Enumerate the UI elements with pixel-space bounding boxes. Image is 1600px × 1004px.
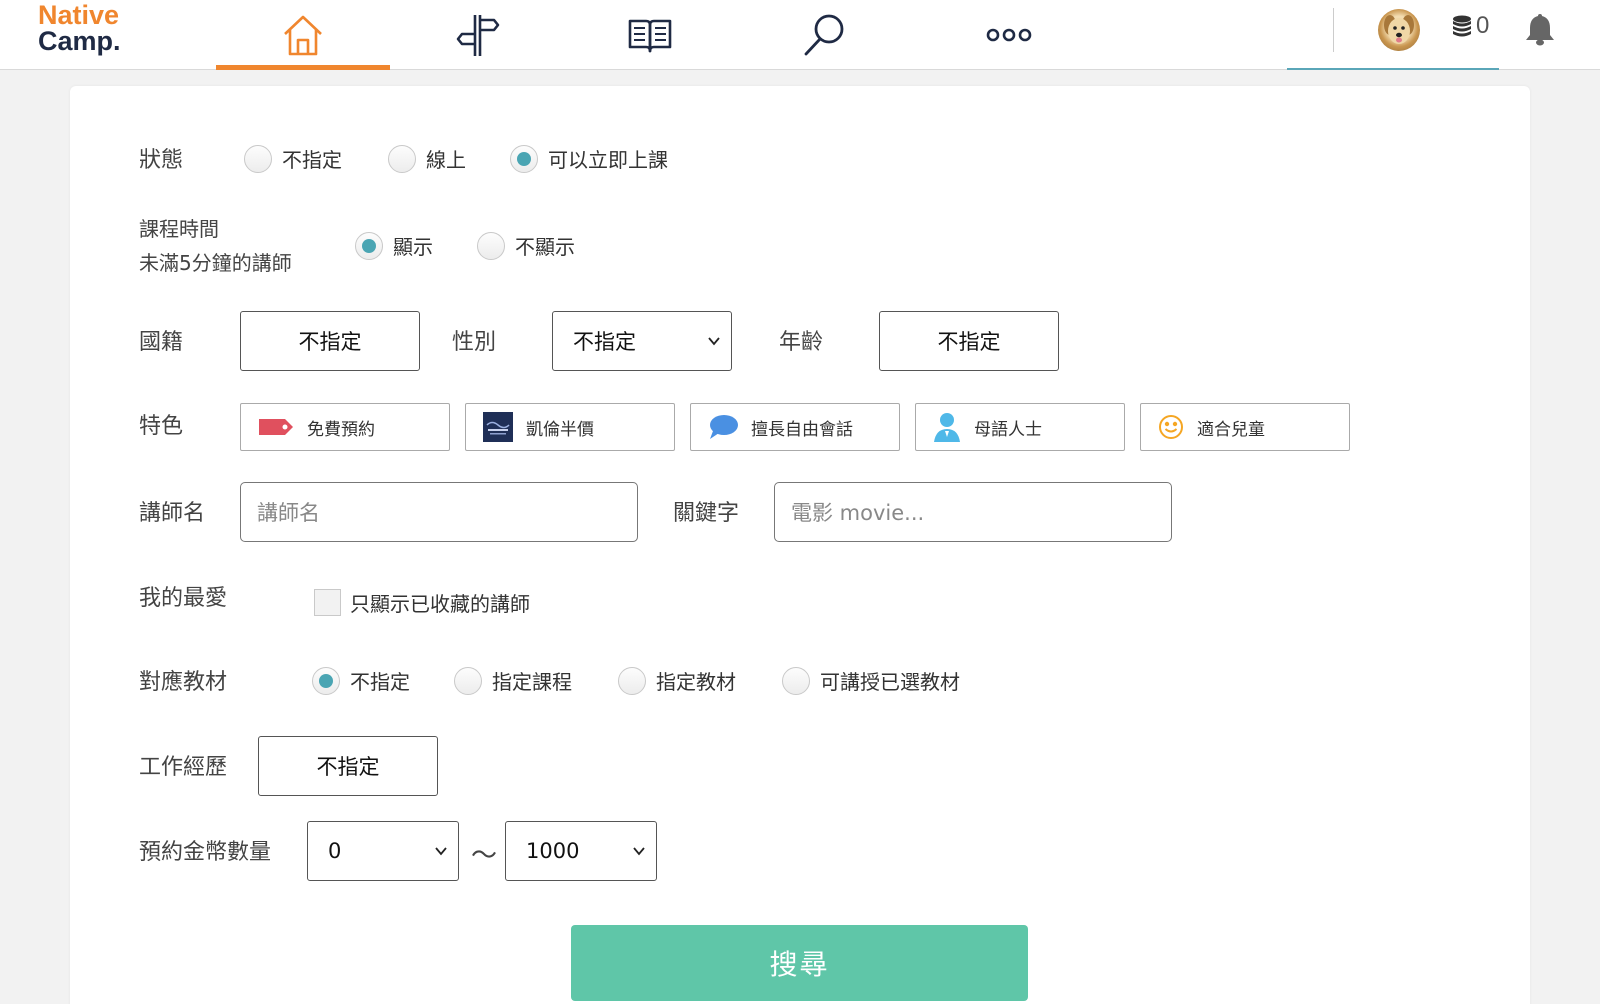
logo-line2: Camp.: [38, 26, 121, 56]
search-icon: [804, 14, 844, 56]
feature-label: 凱倫半價: [526, 419, 594, 440]
feature-label: 免費預約: [307, 419, 375, 440]
coin-range-label: 預約金幣數量: [139, 840, 272, 865]
short-lesson-option-label: 顯示: [393, 235, 433, 259]
experience-picker-button[interactable]: 不指定: [258, 736, 438, 796]
native-camp-logo[interactable]: Native Camp.: [38, 0, 121, 56]
nationality-label: 國籍: [139, 330, 184, 355]
favorites-label: 我的最愛: [139, 586, 228, 611]
material-option-course[interactable]: 指定課程: [454, 666, 572, 695]
signpost-icon: [456, 15, 500, 56]
nav-tab-guide[interactable]: [390, 0, 564, 70]
more-icon: [986, 28, 1032, 42]
coin-min-value: 0: [328, 839, 342, 863]
material-option-label: 可講授已選教材: [820, 670, 960, 694]
material-option-label: 指定教材: [656, 670, 736, 694]
teacher-name-input[interactable]: 講師名: [240, 482, 638, 542]
material-option-any[interactable]: 不指定: [312, 666, 410, 695]
status-label: 狀態: [139, 148, 184, 173]
search-filter-panel: [70, 86, 1530, 1004]
material-option-label: 指定課程: [492, 670, 572, 694]
gender-select-value: 不指定: [573, 330, 636, 354]
favorites-only-label[interactable]: 只顯示已收藏的講師: [350, 588, 530, 617]
nav-tab-textbooks[interactable]: [563, 0, 737, 70]
age-picker-button[interactable]: 不指定: [879, 311, 1059, 371]
chevron-down-icon: [435, 847, 447, 856]
radio-unchecked: [454, 666, 482, 695]
coin-max-value: 1000: [526, 839, 580, 863]
feature-label: 擅長自由會話: [751, 419, 853, 440]
radio-unchecked: [388, 144, 416, 173]
top-navigation-bar: Native Camp. 0: [0, 0, 1600, 70]
book-icon: [628, 19, 672, 53]
nav-tab-more[interactable]: [922, 0, 1096, 70]
short-lesson-option-hide[interactable]: 不顯示: [477, 231, 575, 260]
tag-icon: [259, 419, 293, 435]
short-lesson-option-show[interactable]: 顯示: [355, 231, 433, 260]
speech-bubble-icon: [710, 415, 738, 439]
features-label: 特色: [139, 414, 184, 439]
feature-free-conversation[interactable]: 擅長自由會話: [690, 403, 900, 451]
nationality-picker-button[interactable]: 不指定: [240, 311, 420, 371]
status-option-available-now[interactable]: 可以立即上課: [510, 144, 668, 173]
material-option-textbook[interactable]: 指定教材: [618, 666, 736, 695]
feature-kids-friendly[interactable]: 適合兒童: [1140, 403, 1350, 451]
header-underline: [1287, 68, 1499, 70]
status-option-label: 不指定: [282, 148, 342, 172]
smiley-icon: [1159, 415, 1183, 439]
feature-karen-half-price[interactable]: 凱倫半價: [465, 403, 675, 451]
feature-label: 適合兒童: [1197, 419, 1265, 440]
chevron-down-icon: [708, 337, 720, 346]
nav-tab-search[interactable]: [737, 0, 911, 70]
material-option-selected-textbook[interactable]: 可講授已選教材: [782, 666, 960, 695]
status-option-any[interactable]: 不指定: [244, 144, 342, 173]
teacher-name-label: 講師名: [139, 501, 206, 526]
coin-min-select[interactable]: 0: [307, 821, 459, 881]
nav-tab-home[interactable]: [216, 0, 390, 70]
range-separator: 〜: [471, 841, 498, 871]
radio-checked: [312, 666, 340, 695]
gender-label: 性別: [452, 330, 497, 355]
notifications-button[interactable]: [1525, 12, 1555, 50]
status-option-label: 線上: [426, 148, 466, 172]
feature-label: 母語人士: [974, 419, 1042, 440]
person-icon: [934, 413, 960, 442]
materials-label: 對應教材: [139, 670, 228, 695]
home-icon: [284, 15, 322, 56]
coin-count: 0: [1476, 12, 1490, 39]
radio-unchecked: [244, 144, 272, 173]
short-lesson-option-label: 不顯示: [515, 235, 575, 259]
feature-native-speaker[interactable]: 母語人士: [915, 403, 1125, 451]
chevron-down-icon: [633, 847, 645, 856]
radio-checked: [355, 231, 383, 260]
karen-icon: [483, 412, 513, 442]
coin-stack-icon: [1453, 15, 1471, 37]
keyword-label: 關鍵字: [673, 501, 740, 526]
short-lesson-label-line1: 課程時間: [139, 217, 219, 241]
coin-balance[interactable]: 0: [1452, 12, 1489, 40]
experience-label: 工作經歷: [139, 755, 228, 780]
status-option-label: 可以立即上課: [548, 148, 668, 172]
radio-unchecked: [477, 231, 505, 260]
search-button[interactable]: 搜尋: [571, 925, 1028, 1001]
material-option-label: 不指定: [350, 670, 410, 694]
keyword-input[interactable]: 電影 movie...: [774, 482, 1172, 542]
status-option-online[interactable]: 線上: [388, 144, 466, 173]
radio-unchecked: [782, 666, 810, 695]
favorites-only-checkbox[interactable]: [314, 589, 341, 616]
dog-avatar-icon: [1384, 15, 1414, 44]
header-divider: [1333, 8, 1334, 52]
bell-icon: [1526, 14, 1554, 46]
coin-max-select[interactable]: 1000: [505, 821, 657, 881]
radio-unchecked: [618, 666, 646, 695]
feature-free-reservation[interactable]: 免費預約: [240, 403, 450, 451]
age-label: 年齡: [779, 330, 824, 355]
radio-checked: [510, 144, 538, 173]
avatar[interactable]: [1378, 9, 1420, 51]
short-lesson-label-line2: 未滿5分鐘的講師: [139, 251, 292, 275]
gender-select[interactable]: 不指定: [552, 311, 732, 371]
logo-line1: Native: [38, 0, 120, 30]
